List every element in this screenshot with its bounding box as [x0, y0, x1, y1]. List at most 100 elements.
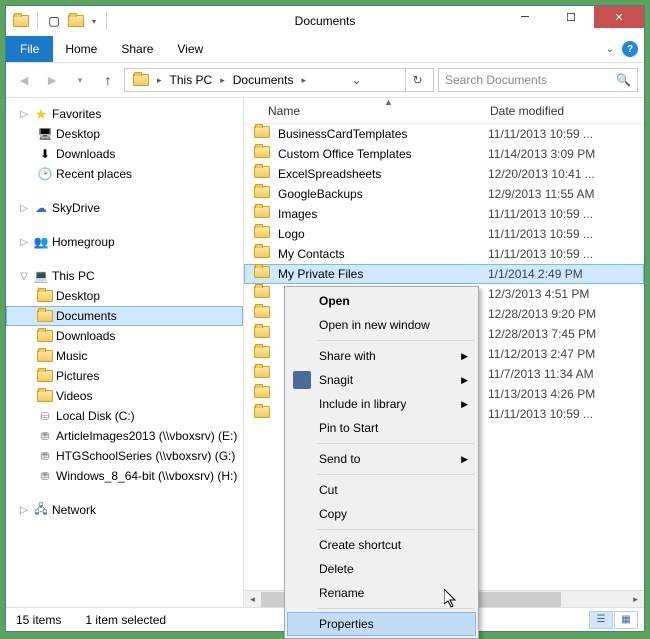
file-row[interactable]: My Contacts11/11/2013 10:59 ... — [244, 244, 644, 264]
search-input[interactable] — [445, 73, 616, 87]
menu-separator — [317, 443, 474, 444]
pc-icon: 💻 — [32, 268, 50, 284]
menu-item-rename[interactable]: Rename — [287, 581, 476, 605]
folder-icon — [254, 246, 272, 262]
cloud-icon: ☁ — [32, 200, 50, 216]
menu-item-properties[interactable]: Properties — [287, 612, 476, 636]
qat-properties-icon[interactable]: ▢ — [45, 12, 63, 30]
nav-skydrive[interactable]: ▷☁SkyDrive — [6, 198, 243, 218]
menu-item-send-to[interactable]: Send to▶ — [287, 447, 476, 471]
file-date: 12/20/2013 10:41 ... — [488, 167, 595, 181]
menu-item-pin-to-start[interactable]: Pin to Start — [287, 416, 476, 440]
drive-icon: ⛁ — [36, 408, 54, 424]
qat-customize-icon[interactable]: ▾ — [89, 17, 99, 26]
submenu-arrow-icon: ▶ — [461, 375, 468, 386]
expand-ribbon-icon[interactable]: ⌄ — [606, 44, 614, 55]
menu-item-cut[interactable]: Cut — [287, 478, 476, 502]
nav-downloads[interactable]: ⬇Downloads — [6, 144, 243, 164]
nav-desktop[interactable]: 🖥Desktop — [6, 124, 243, 144]
folder-icon — [254, 366, 272, 382]
icons-view-button[interactable]: ▦ — [614, 611, 638, 629]
menu-item-open-in-new-window[interactable]: Open in new window — [287, 313, 476, 337]
forward-button[interactable]: ► — [40, 68, 64, 92]
nav-pc-localdisk[interactable]: ⛁Local Disk (C:) — [6, 406, 243, 426]
folder-icon — [36, 328, 54, 344]
sort-indicator-icon: ▲ — [384, 98, 393, 107]
nav-network[interactable]: ▷🖧Network — [6, 500, 243, 520]
details-view-button[interactable]: ☰ — [589, 611, 613, 629]
addr-dropdown-icon[interactable]: ⌄ — [344, 69, 368, 91]
file-row[interactable]: My Private Files1/1/2014 2:49 PM — [244, 264, 644, 284]
qat-newfolder-icon[interactable] — [67, 12, 85, 30]
nav-pc-desktop[interactable]: Desktop — [6, 286, 243, 306]
chevron-right-icon[interactable]: ▸ — [218, 75, 227, 86]
menu-item-share-with[interactable]: Share with▶ — [287, 344, 476, 368]
nav-pc-videos[interactable]: Videos — [6, 386, 243, 406]
menu-separator — [317, 474, 474, 475]
recent-locations-icon[interactable]: ▾ — [68, 68, 92, 92]
file-row[interactable]: BusinessCardTemplates11/11/2013 10:59 ..… — [244, 124, 644, 144]
search-box[interactable]: 🔍 — [438, 68, 638, 92]
column-name[interactable]: Name — [268, 104, 490, 118]
nav-pc-netdrive-h[interactable]: ⛃Windows_8_64-bit (\\vboxsrv) (H:) — [6, 466, 243, 486]
tab-share[interactable]: Share — [109, 36, 165, 62]
file-row[interactable]: Images11/11/2013 10:59 ... — [244, 204, 644, 224]
menu-item-include-in-library[interactable]: Include in library▶ — [287, 392, 476, 416]
file-row[interactable]: Custom Office Templates11/14/2013 3:09 P… — [244, 144, 644, 164]
file-row[interactable]: ExcelSpreadsheets12/20/2013 10:41 ... — [244, 164, 644, 184]
nav-pc-music[interactable]: Music — [6, 346, 243, 366]
menu-item-create-shortcut[interactable]: Create shortcut — [287, 533, 476, 557]
titlebar: ▢ ▾ Documents ─ ☐ ✕ — [6, 6, 644, 36]
nav-homegroup[interactable]: ▷👥Homegroup — [6, 232, 243, 252]
help-icon[interactable]: ? — [622, 41, 638, 57]
nav-pc-documents[interactable]: Documents — [6, 306, 243, 326]
up-button[interactable]: ↑ — [96, 68, 120, 92]
tab-view[interactable]: View — [165, 36, 215, 62]
folder-icon — [36, 308, 54, 324]
folder-icon — [254, 266, 272, 282]
folder-icon — [254, 306, 272, 322]
file-date: 11/11/2013 10:59 ... — [488, 127, 593, 141]
nav-pc-pictures[interactable]: Pictures — [6, 366, 243, 386]
submenu-arrow-icon: ▶ — [461, 454, 468, 465]
file-menu[interactable]: File — [6, 36, 53, 62]
minimize-button[interactable]: ─ — [502, 6, 548, 28]
column-date[interactable]: Date modified — [490, 104, 564, 118]
network-drive-icon: ⛃ — [36, 468, 54, 484]
folder-icon — [36, 288, 54, 304]
nav-pc-downloads[interactable]: Downloads — [6, 326, 243, 346]
menu-item-snagit[interactable]: Snagit▶ — [287, 368, 476, 392]
file-row[interactable]: Logo11/11/2013 10:59 ... — [244, 224, 644, 244]
folder-icon — [254, 386, 272, 402]
nav-recent[interactable]: 🕑Recent places — [6, 164, 243, 184]
downloads-icon: ⬇ — [36, 146, 54, 162]
menu-item-copy[interactable]: Copy — [287, 502, 476, 526]
close-button[interactable]: ✕ — [594, 6, 644, 28]
back-button[interactable]: ◄ — [12, 68, 36, 92]
star-icon: ★ — [32, 106, 50, 122]
folder-icon — [36, 368, 54, 384]
menu-item-open[interactable]: Open — [287, 289, 476, 313]
chevron-right-icon[interactable]: ▸ — [299, 75, 308, 86]
tab-home[interactable]: Home — [53, 36, 109, 62]
nav-thispc[interactable]: ▽💻This PC — [6, 266, 243, 286]
nav-favorites[interactable]: ▷★Favorites — [6, 104, 243, 124]
file-row[interactable]: GoogleBackups12/9/2013 11:55 AM — [244, 184, 644, 204]
recent-icon: 🕑 — [36, 166, 54, 182]
file-date: 11/14/2013 3:09 PM — [488, 147, 595, 161]
column-headers: ▲ Name Date modified — [244, 98, 644, 124]
search-icon: 🔍 — [616, 73, 631, 87]
menu-item-delete[interactable]: Delete — [287, 557, 476, 581]
scroll-right-icon[interactable]: ▸ — [627, 591, 644, 608]
crumb-thispc[interactable]: This PC — [166, 69, 217, 91]
refresh-icon[interactable]: ↻ — [405, 69, 429, 91]
chevron-right-icon[interactable]: ▸ — [155, 75, 164, 86]
breadcrumb[interactable]: ▸ This PC ▸ Documents ▸ ⌄ ↻ — [124, 68, 434, 92]
nav-pc-netdrive-g[interactable]: ⛃HTGSchoolSeries (\\vboxsrv) (G:) — [6, 446, 243, 466]
maximize-button[interactable]: ☐ — [548, 6, 594, 28]
crumb-documents[interactable]: Documents — [229, 69, 298, 91]
scroll-left-icon[interactable]: ◂ — [244, 591, 261, 608]
location-icon — [133, 74, 149, 86]
nav-pc-netdrive-e[interactable]: ⛃ArticleImages2013 (\\vboxsrv) (E:) — [6, 426, 243, 446]
navigation-pane[interactable]: ▷★Favorites 🖥Desktop ⬇Downloads 🕑Recent … — [6, 98, 244, 607]
